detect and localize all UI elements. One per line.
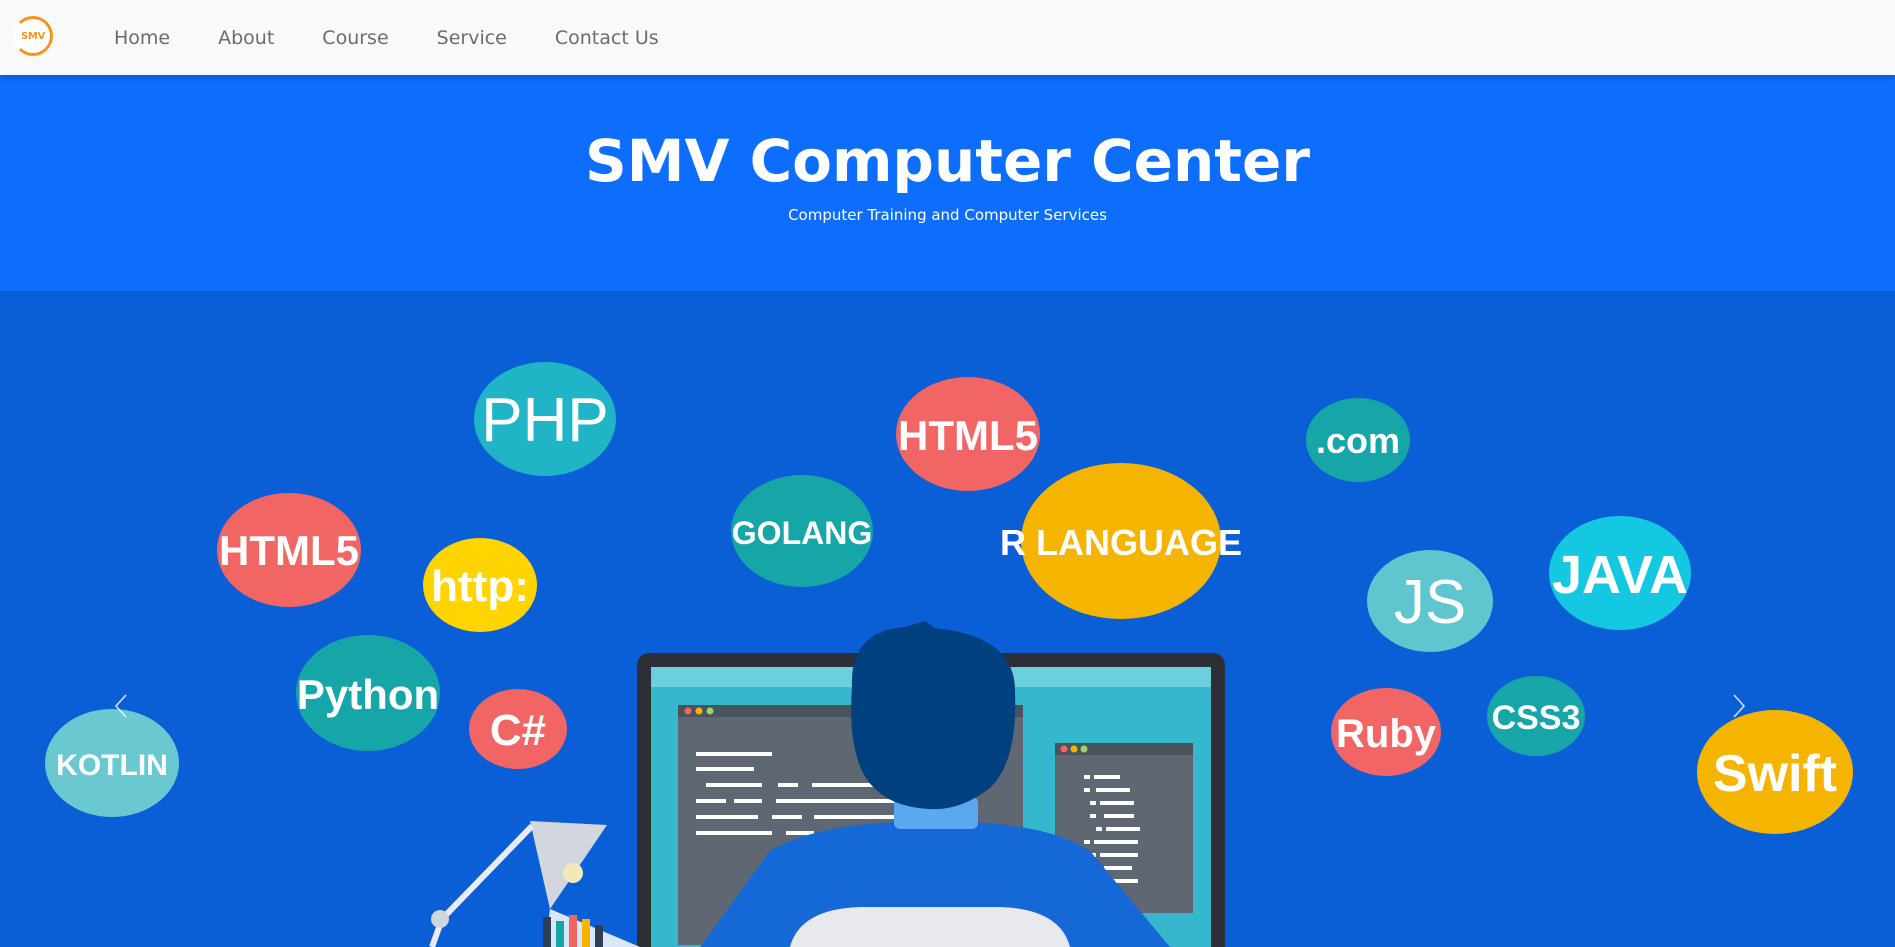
chevron-right-icon xyxy=(1733,694,1746,718)
svg-text:GOLANG: GOLANG xyxy=(732,515,872,551)
svg-text:.com: .com xyxy=(1316,420,1400,461)
chevron-left-icon xyxy=(114,694,127,718)
svg-text:C#: C# xyxy=(490,706,546,755)
bubble-dotcom: .com xyxy=(1306,398,1410,482)
bubble-python: Python xyxy=(296,635,440,751)
svg-text:JAVA: JAVA xyxy=(1552,545,1688,605)
page-subtitle: Computer Training and Computer Services xyxy=(788,206,1107,224)
bubble-csharp: C# xyxy=(469,689,567,769)
nav-item-contact-us[interactable]: Contact Us xyxy=(531,27,683,49)
svg-text:PHP: PHP xyxy=(481,386,608,455)
svg-text:Ruby: Ruby xyxy=(1336,712,1437,756)
brand-logo[interactable]: SMV xyxy=(13,16,53,56)
bubble-js: JS xyxy=(1367,550,1493,652)
nav-item-course[interactable]: Course xyxy=(298,27,412,49)
bubble-java: JAVA xyxy=(1549,516,1691,630)
nav-links: Home About Course Service Contact Us xyxy=(90,0,683,75)
brand-logo-text: SMV xyxy=(21,30,45,42)
carousel-illustration: PHP HTML5 .com HTML5 http: GOLANG R LANG… xyxy=(0,291,1895,947)
bubble-css3: CSS3 xyxy=(1487,676,1585,756)
svg-text:Python: Python xyxy=(297,671,439,718)
nav-item-home[interactable]: Home xyxy=(90,27,194,49)
svg-text:HTML5: HTML5 xyxy=(219,527,359,574)
nav-item-service[interactable]: Service xyxy=(413,27,531,49)
bubble-ruby: Ruby xyxy=(1331,688,1441,776)
svg-text:JS: JS xyxy=(1394,568,1466,637)
carousel-next-button[interactable] xyxy=(1728,691,1788,801)
carousel-prev-button[interactable] xyxy=(112,691,172,801)
page-title: SMV Computer Center xyxy=(585,127,1310,195)
svg-text:HTML5: HTML5 xyxy=(898,412,1038,459)
bubble-php: PHP xyxy=(474,362,616,476)
svg-text:R LANGUAGE: R LANGUAGE xyxy=(1000,522,1242,563)
image-carousel: PHP HTML5 .com HTML5 http: GOLANG R LANG… xyxy=(0,291,1895,947)
hero-header: SMV Computer Center Computer Training an… xyxy=(0,75,1895,291)
svg-text:CSS3: CSS3 xyxy=(1492,699,1581,737)
navbar: SMV Home About Course Service Contact Us xyxy=(0,0,1895,75)
svg-text:http:: http: xyxy=(431,562,529,611)
bubble-html5-left: HTML5 xyxy=(217,493,361,607)
bubble-html5-center: HTML5 xyxy=(896,377,1040,491)
nav-item-about[interactable]: About xyxy=(194,27,298,49)
bubble-http: http: xyxy=(423,538,537,632)
bubble-golang: GOLANG xyxy=(731,475,873,587)
